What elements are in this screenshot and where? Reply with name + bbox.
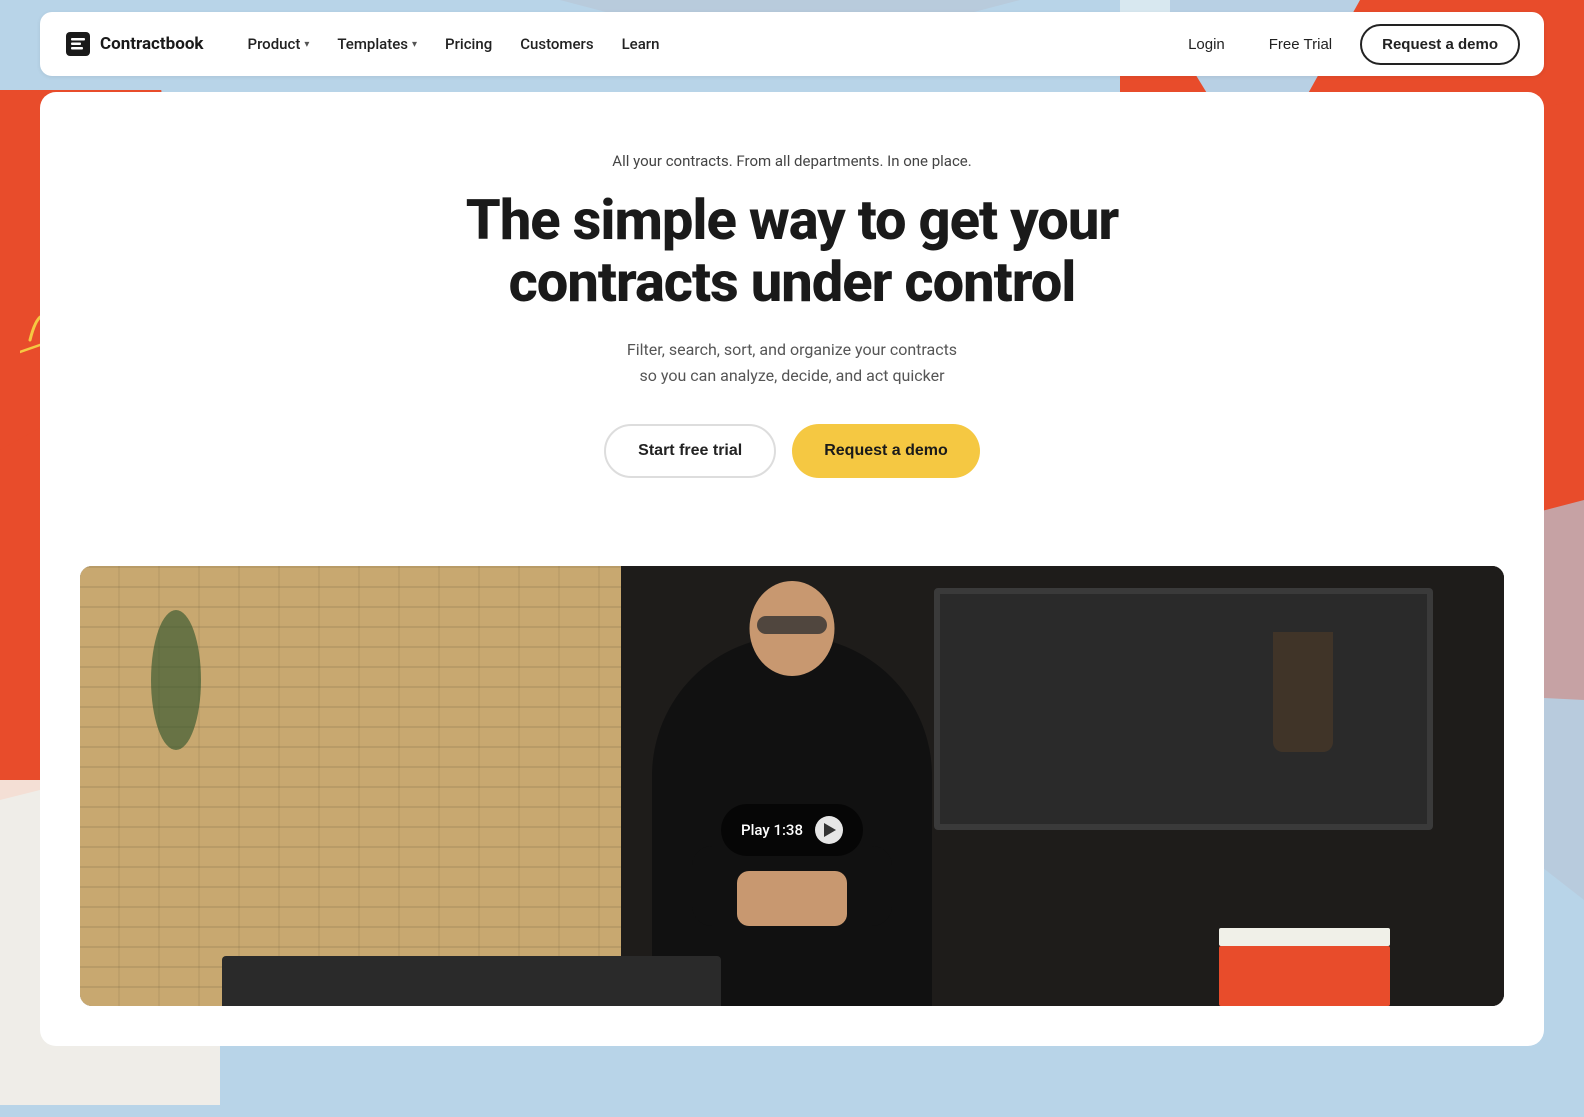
nav-item-learn[interactable]: Learn [610, 27, 672, 61]
right-hand [777, 871, 847, 926]
hero-request-demo-button[interactable]: Request a demo [792, 424, 980, 478]
play-icon[interactable] [815, 816, 843, 844]
book [1219, 946, 1390, 1006]
hero-section: All your contracts. From all departments… [40, 92, 1544, 566]
glasses [757, 616, 827, 634]
play-triangle-icon [824, 823, 836, 837]
laptop [222, 956, 720, 1006]
play-label: Play 1:38 [741, 821, 803, 839]
video-play-overlay[interactable]: Play 1:38 [721, 804, 863, 856]
nav-item-pricing[interactable]: Pricing [433, 27, 504, 61]
free-trial-button[interactable]: Free Trial [1253, 28, 1348, 61]
hero-title: The simple way to get your contracts und… [442, 190, 1142, 313]
logo-icon [64, 30, 92, 58]
chevron-down-icon: ▾ [412, 39, 417, 50]
hero-buttons: Start free trial Request a demo [80, 424, 1504, 478]
chevron-down-icon: ▾ [304, 39, 309, 50]
nav-item-product[interactable]: Product ▾ [236, 27, 322, 61]
nav-item-customers[interactable]: Customers [508, 27, 605, 61]
navbar-left: Contractbook Product ▾ Templates ▾ Prici… [64, 27, 671, 61]
logo-link[interactable]: Contractbook [64, 30, 204, 58]
brand-name: Contractbook [100, 34, 204, 54]
nav-item-templates[interactable]: Templates ▾ [325, 27, 429, 61]
video-still: Play 1:38 [80, 566, 1504, 1006]
book-cover [1219, 928, 1390, 946]
hero-subtitle: Filter, search, sort, and organize your … [80, 337, 1504, 388]
navbar-right: Login Free Trial Request a demo [1172, 24, 1520, 65]
nav-links: Product ▾ Templates ▾ Pricing Customers … [236, 27, 672, 61]
main-content: All your contracts. From all departments… [40, 92, 1544, 1046]
window-frame [934, 588, 1432, 830]
login-button[interactable]: Login [1172, 28, 1241, 61]
vase [1273, 632, 1333, 752]
request-demo-button[interactable]: Request a demo [1360, 24, 1520, 65]
start-free-trial-button[interactable]: Start free trial [604, 424, 776, 478]
plant [151, 610, 201, 750]
hero-tagline: All your contracts. From all departments… [80, 152, 1504, 170]
video-container[interactable]: Play 1:38 [80, 566, 1504, 1006]
navbar: Contractbook Product ▾ Templates ▾ Prici… [40, 12, 1544, 76]
